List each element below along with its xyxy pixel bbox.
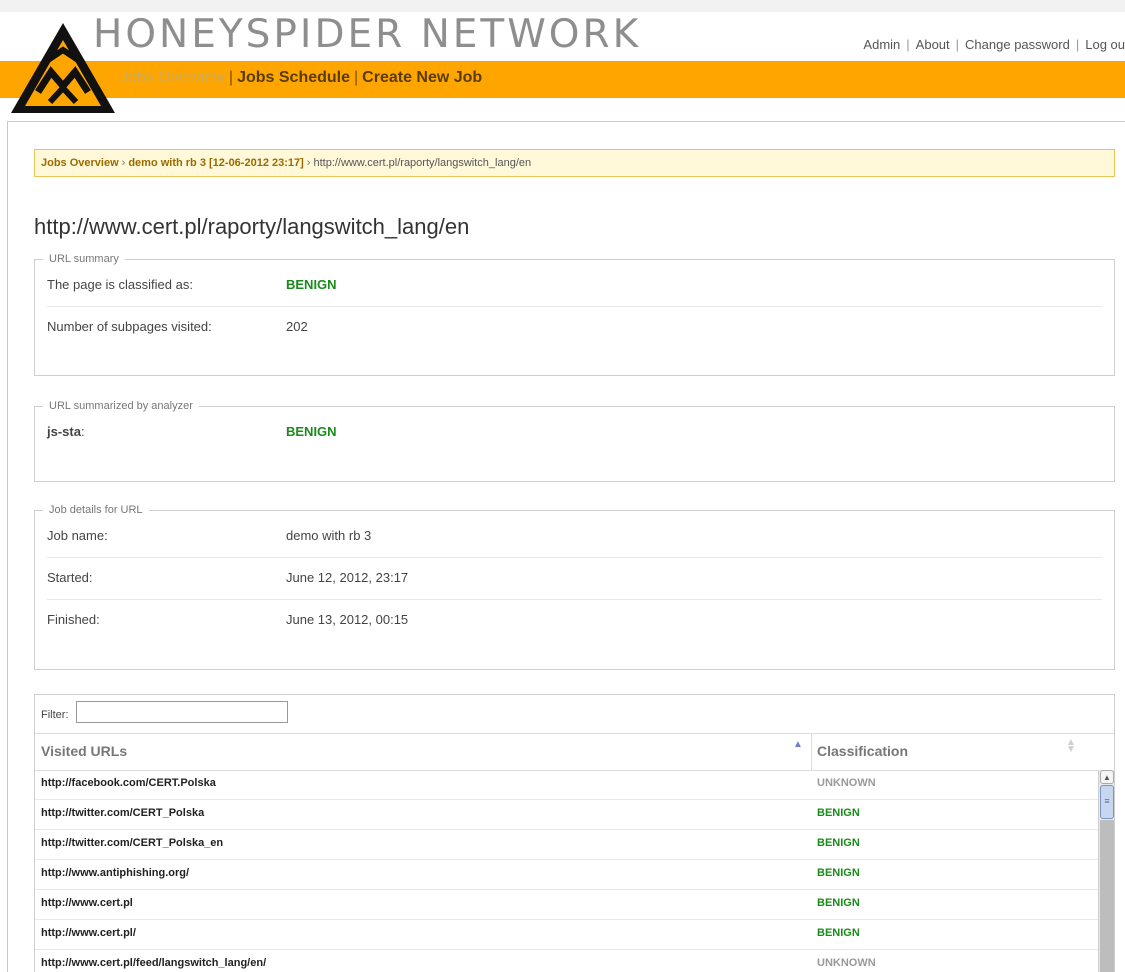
row-classification: BENIGN [817,837,860,849]
analyzer-row: js-sta: BENIGN [47,412,1102,453]
analyzer-summary-legend: URL summarized by analyzer [49,400,193,412]
table-row[interactable]: http://www.cert.pl/BENIGN [35,920,1098,950]
table-row[interactable]: http://facebook.com/CERT.Polska UNKNOWN [35,770,1098,800]
admin-link[interactable]: Admin [863,37,900,52]
job-row-finished: Finished: June 13, 2012, 00:15 [47,600,1102,641]
row-classification: BENIGN [817,807,860,819]
row-classification: UNKNOWN [817,777,876,789]
table-body: http://facebook.com/CERT.Polska UNKNOWN ht… [35,770,1098,972]
brand-title: HONEYSPIDER NETWORK [93,12,642,57]
table-scrollbar[interactable]: ▲ ≡ [1098,770,1114,972]
top-link-separator: | [906,37,910,52]
job-details-panel: Job details for URL Job name: demo with … [34,504,1115,670]
row-url[interactable]: http://www.antiphishing.org/ [41,867,189,879]
table-row[interactable]: http://twitter.com/CERT_Polska_en BENIGN [35,830,1098,860]
nav-jobs-overview[interactable]: Jobs Overview [120,69,225,86]
row-url[interactable]: http://twitter.com/CERT_Polska_en [41,837,223,849]
column-divider [811,733,812,770]
breadcrumb-separator: › [121,157,126,169]
nav-separator: | [354,69,359,86]
job-row-name: Job name: demo with rb 3 [47,516,1102,558]
job-started-label: Started: [47,570,93,585]
sort-both-icon[interactable]: ▲ ▼ [1066,738,1076,755]
job-details-legend: Job details for URL [49,504,143,516]
url-summary-legend: URL summary [49,253,119,265]
row-url[interactable]: http://twitter.com/CERT_Polska [41,807,204,819]
breadcrumb-job[interactable]: demo with rb 3 [12-06-2012 23:17] [128,157,303,169]
nav-create-new-job[interactable]: Create New Job [362,69,482,86]
job-name-value: demo with rb 3 [286,528,372,543]
analyzer-label: js-sta: [47,424,85,439]
summary-row-classification: The page is classified as: BENIGN [47,265,1102,307]
job-started-value: June 12, 2012, 23:17 [286,570,409,585]
sort-ascending-icon[interactable]: ▲ [793,739,803,750]
breadcrumb-current: http://www.cert.pl/raporty/langswitch_la… [313,157,532,169]
top-links: Admin | About | Change password | Log ou [863,37,1125,52]
classification-value: BENIGN [286,277,337,292]
table-row[interactable]: http://www.antiphishing.org/BENIGN [35,860,1098,890]
about-link[interactable]: About [916,37,950,52]
column-header-classification[interactable]: Classification [817,733,1087,770]
job-name-label: Job name: [47,528,108,543]
table-row[interactable]: http://twitter.com/CERT_Polska BENIGN [35,800,1098,830]
breadcrumb-separator: › [306,157,311,169]
page-title: http://www.cert.pl/raporty/langswitch_la… [34,214,470,239]
row-classification: BENIGN [817,897,860,909]
change-password-link[interactable]: Change password [965,37,1070,52]
scroll-track[interactable] [1100,820,1114,972]
scroll-up-arrow-icon[interactable]: ▲ [1100,770,1114,784]
url-summary-panel: URL summary The page is classified as: B… [34,253,1115,376]
job-row-started: Started: June 12, 2012, 23:17 [47,558,1102,600]
subpages-value: 202 [286,319,308,334]
filter-input[interactable] [76,701,288,723]
classification-label: The page is classified as: [47,277,193,292]
summary-row-subpages: Number of subpages visited: 202 [47,307,1102,348]
job-finished-label: Finished: [47,612,100,627]
subpages-label: Number of subpages visited: [47,319,212,334]
top-link-separator: | [955,37,960,52]
row-classification: BENIGN [817,867,860,879]
main-nav: Jobs Overview | Jobs Schedule | Create New J… [120,69,482,87]
table-row[interactable]: http://www.cert.pl/feed/langswitch_lang/… [35,950,1098,972]
analyzer-value: BENIGN [286,424,337,439]
row-url[interactable]: http://facebook.com/CERT.Polska [41,777,216,789]
nav-jobs-schedule[interactable]: Jobs Schedule [237,69,350,86]
filter-row: Filter: [35,695,1114,734]
column-header-visited-urls[interactable]: Visited URLs [41,733,809,770]
window-top-strip [0,0,1125,12]
row-classification: BENIGN [817,927,860,939]
row-url[interactable]: http://www.cert.pl/ [41,927,136,939]
top-link-separator: | [1075,37,1080,52]
logout-link[interactable]: Log ou [1085,37,1125,52]
breadcrumb-jobs-overview[interactable]: Jobs Overview [41,157,119,169]
table-row[interactable]: http://www.cert.pl BENIGN [35,890,1098,920]
row-url[interactable]: http://www.cert.pl/feed/langswitch_lang/… [41,957,266,969]
analyzer-suffix: : [80,424,85,439]
analyzer-name: js-sta [47,424,81,439]
scroll-thumb[interactable]: ≡ [1100,785,1114,819]
breadcrumb: Jobs Overview › demo with rb 3 [12-06-2012… [34,149,1115,177]
row-url[interactable]: http://www.cert.pl [41,897,133,909]
visited-urls-table: Filter: Visited URLs Classification ▲ ▲ ▼… [34,694,1115,972]
analyzer-summary-panel: URL summarized by analyzer js-sta: BENIG… [34,400,1115,482]
nav-separator: | [228,69,234,86]
row-classification: UNKNOWN [817,957,876,969]
job-finished-value: June 13, 2012, 00:15 [286,612,409,627]
filter-label: Filter: [41,709,69,721]
table-header: Visited URLs Classification [35,733,1098,771]
